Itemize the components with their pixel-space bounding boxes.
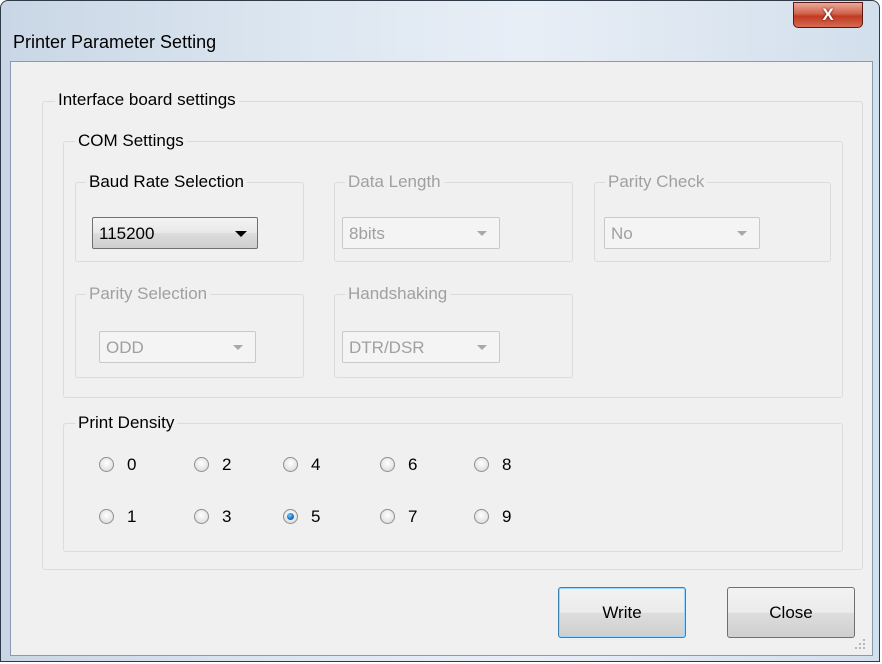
parity-check-group: Parity Check No — [594, 172, 831, 262]
resize-grip-icon[interactable] — [851, 635, 869, 653]
handshaking-value: DTR/DSR — [349, 338, 425, 357]
dialog-client-area: Interface board settings COM Settings Ba… — [10, 61, 873, 656]
chevron-down-icon — [235, 231, 247, 237]
radio-circle — [283, 509, 298, 524]
parity-selection-group: Parity Selection ODD — [75, 284, 304, 378]
data-length-value: 8bits — [349, 224, 385, 243]
density-radio-label: 3 — [222, 507, 232, 526]
density-radio-label: 4 — [311, 455, 321, 474]
window-title: Printer Parameter Setting — [13, 32, 217, 52]
data-length-select[interactable]: 8bits — [342, 217, 500, 249]
close-button[interactable]: Close — [727, 587, 855, 638]
interface-board-group: Interface board settings COM Settings Ba… — [42, 90, 863, 570]
parity-selection-select[interactable]: ODD — [99, 331, 256, 363]
close-icon: X — [822, 5, 834, 24]
parity-check-label: Parity Check — [605, 172, 708, 192]
print-density-group: Print Density 0 2 4 6 8 1 3 5 7 9 — [63, 413, 843, 552]
baud-rate-group: Baud Rate Selection 115200 — [75, 172, 304, 262]
baud-rate-value: 115200 — [99, 224, 155, 243]
density-radio-label: 8 — [502, 455, 512, 474]
handshaking-group: Handshaking DTR/DSR — [334, 284, 573, 378]
radio-circle — [474, 457, 489, 472]
com-settings-group-label: COM Settings — [75, 131, 187, 151]
parity-selection-label: Parity Selection — [86, 284, 211, 304]
data-length-label: Data Length — [345, 172, 444, 192]
parity-check-value: No — [611, 224, 633, 243]
title-bar[interactable]: Printer Parameter Setting — [1, 1, 881, 52]
handshaking-select[interactable]: DTR/DSR — [342, 331, 500, 363]
com-settings-group: COM Settings Baud Rate Selection 115200 … — [63, 131, 843, 398]
density-radio-label: 1 — [127, 507, 137, 526]
radio-circle — [283, 457, 298, 472]
radio-circle — [474, 509, 489, 524]
parity-check-select[interactable]: No — [604, 217, 760, 249]
interface-board-group-label: Interface board settings — [55, 90, 239, 110]
write-button[interactable]: Write — [558, 587, 686, 638]
density-radio-label: 6 — [408, 455, 418, 474]
print-density-label: Print Density — [75, 413, 178, 433]
chevron-down-icon — [737, 231, 747, 236]
density-radio-label: 0 — [127, 455, 137, 474]
baud-rate-label: Baud Rate Selection — [86, 172, 247, 192]
parity-selection-value: ODD — [106, 338, 144, 357]
chevron-down-icon — [233, 345, 243, 350]
data-length-group: Data Length 8bits — [334, 172, 573, 262]
dialog-window: Printer Parameter Setting X Interface bo… — [0, 0, 880, 662]
chevron-down-icon — [477, 231, 487, 236]
close-window-button[interactable]: X — [793, 2, 863, 28]
radio-circle — [380, 457, 395, 472]
density-radio-label: 9 — [502, 507, 512, 526]
radio-circle — [99, 509, 114, 524]
radio-circle — [380, 509, 395, 524]
baud-rate-select[interactable]: 115200 — [92, 217, 258, 249]
density-radio-label: 7 — [408, 507, 418, 526]
radio-selected-dot — [287, 513, 294, 520]
radio-circle — [99, 457, 114, 472]
radio-circle — [194, 509, 209, 524]
handshaking-label: Handshaking — [345, 284, 451, 304]
density-radio-label: 5 — [311, 507, 321, 526]
density-radio-label: 2 — [222, 455, 232, 474]
radio-circle — [194, 457, 209, 472]
chevron-down-icon — [477, 345, 487, 350]
